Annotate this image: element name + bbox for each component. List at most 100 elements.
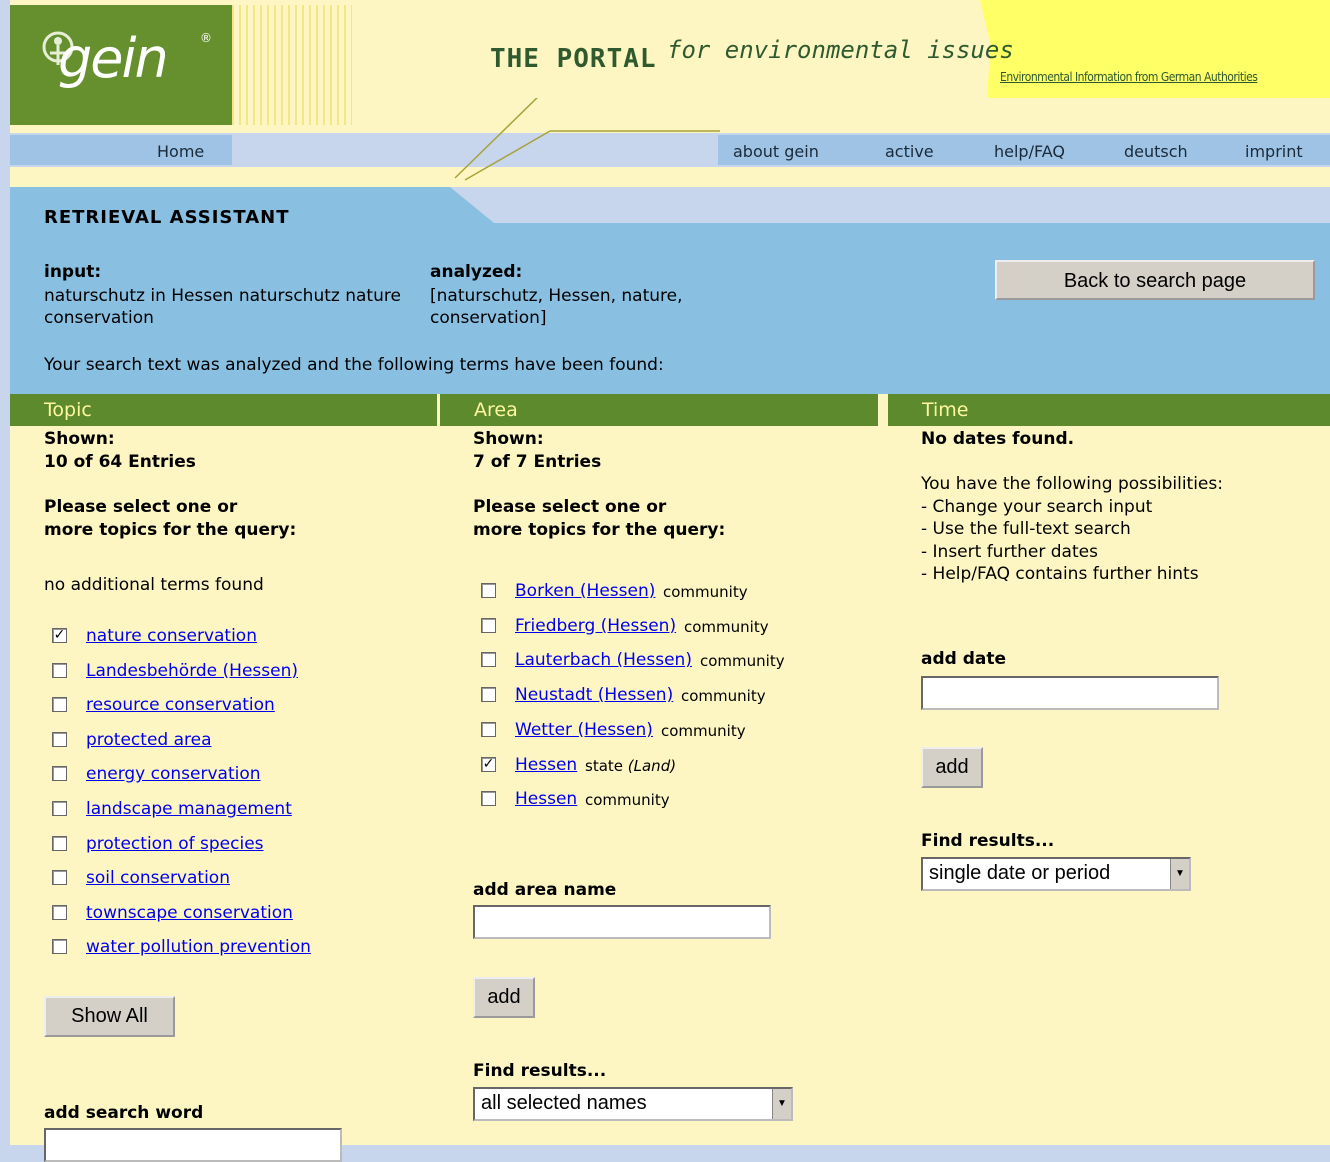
area-checkbox[interactable] — [481, 617, 496, 633]
area-checkbox[interactable] — [481, 791, 496, 807]
chevron-down-icon[interactable]: ▼ — [772, 1089, 791, 1119]
input-value: naturschutz in Hessen naturschutz nature… — [44, 286, 401, 328]
date-input[interactable] — [921, 676, 1219, 710]
topic-prompt-2: more topics for the query: — [44, 520, 297, 540]
add-date-label: add date — [921, 649, 1007, 669]
topic-link[interactable]: water pollution prevention — [86, 937, 311, 957]
topic-shown-count: 10 of 64 Entries — [44, 452, 196, 472]
input-label: input: — [44, 262, 102, 282]
topic-link[interactable]: protection of species — [86, 834, 264, 854]
area-type-qualifier: (Land) — [627, 756, 677, 775]
area-prompt-2: more topics for the query: — [473, 520, 726, 540]
topic-header: Topic — [10, 394, 437, 426]
area-type: community — [700, 652, 785, 670]
no-dates-text: No dates found. — [921, 429, 1075, 449]
retrieval-panel-notch — [450, 187, 1330, 223]
site-header: gein ® THE PORTAL for environmental issu… — [10, 0, 1330, 187]
topic-checkbox[interactable] — [52, 697, 67, 713]
topic-link[interactable]: resource conservation — [86, 695, 275, 715]
area-link[interactable]: Hessen — [515, 755, 577, 775]
time-possibility-line: - Insert further dates — [921, 541, 1098, 562]
nav-link-home[interactable]: Home — [157, 142, 204, 161]
area-type-text: state — [585, 756, 623, 775]
topic-link[interactable]: Landesbehörde (Hessen) — [86, 661, 298, 681]
show-all-button[interactable]: Show All — [44, 996, 175, 1037]
nav-link-deutsch[interactable]: deutsch — [1124, 142, 1188, 161]
topic-prompt-1: Please select one or — [44, 497, 238, 517]
topic-link[interactable]: townscape conservation — [86, 903, 293, 923]
add-area-button[interactable]: add — [473, 977, 535, 1018]
portal-subtitle: for environmental issues — [667, 36, 1014, 64]
area-type-text: community — [700, 652, 785, 671]
topic-checkbox[interactable] — [52, 766, 67, 782]
topic-checkbox[interactable] — [52, 835, 67, 851]
left-margin — [0, 0, 10, 1145]
topic-no-terms: no additional terms found — [44, 575, 264, 595]
time-possibility-line: You have the following possibilities: — [921, 474, 1223, 494]
topic-checkbox[interactable] — [52, 662, 67, 678]
area-link[interactable]: Friedberg (Hessen) — [515, 616, 676, 636]
topic-link[interactable]: nature conservation — [86, 626, 257, 646]
area-link[interactable]: Wetter (Hessen) — [515, 720, 653, 740]
nav-link-active[interactable]: active — [885, 142, 934, 161]
nav-link-about[interactable]: about gein — [733, 142, 819, 161]
time-find-select[interactable]: single date or period ▼ — [921, 857, 1191, 891]
time-possibility-line: - Change your search input — [921, 496, 1153, 517]
time-possibility-line: - Use the full-text search — [921, 519, 1131, 540]
portal-title: THE PORTAL — [490, 44, 657, 74]
topic-checkbox[interactable] — [52, 731, 67, 747]
topic-checkbox[interactable]: ✓ — [52, 628, 67, 643]
area-type: state (Land) — [585, 757, 676, 775]
time-find-label: Find results... — [921, 831, 1055, 851]
area-type: community — [661, 722, 746, 740]
topic-link[interactable]: soil conservation — [86, 868, 230, 888]
nav-link-imprint[interactable]: imprint — [1245, 142, 1303, 161]
search-word-input[interactable] — [44, 1128, 342, 1162]
area-find-value: all selected names — [481, 1092, 647, 1114]
topic-checkbox[interactable] — [52, 904, 67, 920]
chevron-down-icon[interactable]: ▼ — [1170, 859, 1189, 889]
area-name-input[interactable] — [473, 905, 771, 939]
area-find-select[interactable]: all selected names ▼ — [473, 1087, 793, 1121]
area-checkbox[interactable] — [481, 583, 496, 598]
area-header: Area — [440, 394, 878, 426]
tagline[interactable]: Environmental Information from German Au… — [1000, 70, 1258, 84]
add-search-word-label: add search word — [44, 1103, 204, 1123]
back-to-search-button[interactable]: Back to search page — [995, 260, 1315, 300]
area-type: community — [681, 687, 766, 705]
area-type-text: community — [661, 721, 746, 740]
time-possibility-line: - Help/FAQ contains further hints — [921, 564, 1199, 585]
area-checkbox[interactable]: ✓ — [481, 756, 496, 772]
time-find-value: single date or period — [929, 862, 1111, 884]
area-link[interactable]: Lauterbach (Hessen) — [515, 650, 692, 670]
registered-mark: ® — [200, 31, 212, 45]
area-link[interactable]: Borken (Hessen) — [515, 581, 655, 601]
area-checkbox[interactable] — [481, 652, 496, 668]
add-area-label: add area name — [473, 880, 617, 900]
area-type-text: community — [684, 617, 769, 636]
area-prompt-1: Please select one or — [473, 497, 667, 517]
area-type-text: community — [681, 687, 766, 706]
area-link[interactable]: Neustadt (Hessen) — [515, 685, 673, 705]
topic-shown-label: Shown: — [44, 429, 115, 449]
topic-checkbox[interactable] — [52, 870, 67, 886]
page-title: RETRIEVAL ASSISTANT — [44, 207, 290, 228]
area-link[interactable]: Hessen — [515, 789, 577, 809]
nav-link-help[interactable]: help/FAQ — [994, 142, 1065, 161]
area-find-label: Find results... — [473, 1061, 607, 1081]
analysis-summary: Your search text was analyzed and the fo… — [44, 355, 664, 375]
area-type-text: community — [663, 583, 748, 601]
topic-link[interactable]: landscape management — [86, 799, 292, 819]
topic-link[interactable]: energy conservation — [86, 764, 261, 784]
area-checkbox[interactable] — [481, 687, 496, 703]
time-header: Time — [888, 394, 1330, 426]
topic-checkbox[interactable] — [52, 801, 67, 816]
topic-checkbox[interactable] — [52, 939, 67, 955]
area-shown-label: Shown: — [473, 429, 544, 449]
topic-link[interactable]: protected area — [86, 730, 212, 750]
area-type: community — [663, 583, 748, 601]
area-type: community — [585, 791, 670, 809]
area-checkbox[interactable] — [481, 721, 496, 737]
add-date-button[interactable]: add — [921, 747, 983, 788]
logo-text: gein — [58, 27, 169, 90]
